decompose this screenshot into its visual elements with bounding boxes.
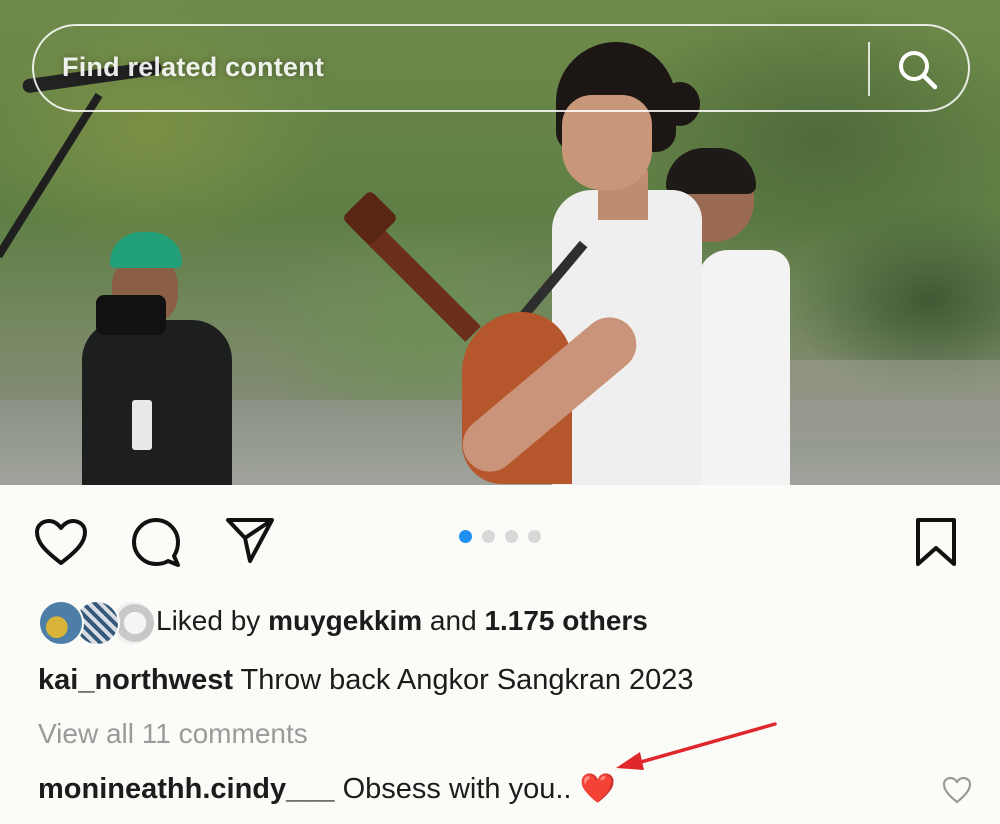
likes-summary[interactable]: Liked by muygekkim and 1.175 others [156,605,648,637]
share-icon[interactable] [224,516,276,564]
likes-prefix: Liked by [156,605,269,636]
heart-icon[interactable] [34,518,88,566]
avatar [38,600,84,646]
search-icon[interactable] [896,48,938,90]
carousel-indicator [459,530,541,543]
comment-like-icon[interactable] [942,776,972,804]
comment-username[interactable]: monineathh.cindy___ [38,773,335,805]
comment-icon[interactable] [130,516,182,568]
second-person-shirt [698,250,790,485]
comment-text: Obsess with you.. [334,773,580,805]
mic-stand [0,92,103,259]
annotation-arrow [616,722,777,770]
liker-username[interactable]: muygekkim [268,605,422,636]
cameraman-cap [110,232,182,268]
cameraman-body [82,320,232,485]
caption-username[interactable]: kai_northwest [38,664,233,696]
bookmark-icon[interactable] [912,516,960,568]
post-caption: kai_northwest Throw back Angkor Sangkran… [38,664,694,697]
search-divider [868,42,870,96]
photo-stone-wall [780,360,1000,440]
carousel-dot [528,530,541,543]
comment-row: monineathh.cindy___ Obsess with you.. ❤️ [38,772,616,806]
second-person-hair [666,148,756,194]
carousel-dot [482,530,495,543]
view-all-comments-link[interactable]: View all 11 comments [38,718,308,750]
cameraman-badge [132,400,152,450]
search-input[interactable]: Find related content [62,52,324,83]
caption-text: Throw back Angkor Sangkran 2023 [233,664,694,696]
likes-middle: and [422,605,485,636]
likes-count[interactable]: 1.175 others [484,605,647,636]
carousel-dot-active [459,530,472,543]
liker-avatars[interactable] [38,600,156,646]
comment-heart-emoji: ❤️ [579,773,616,805]
carousel-dot [505,530,518,543]
camera [96,295,166,335]
